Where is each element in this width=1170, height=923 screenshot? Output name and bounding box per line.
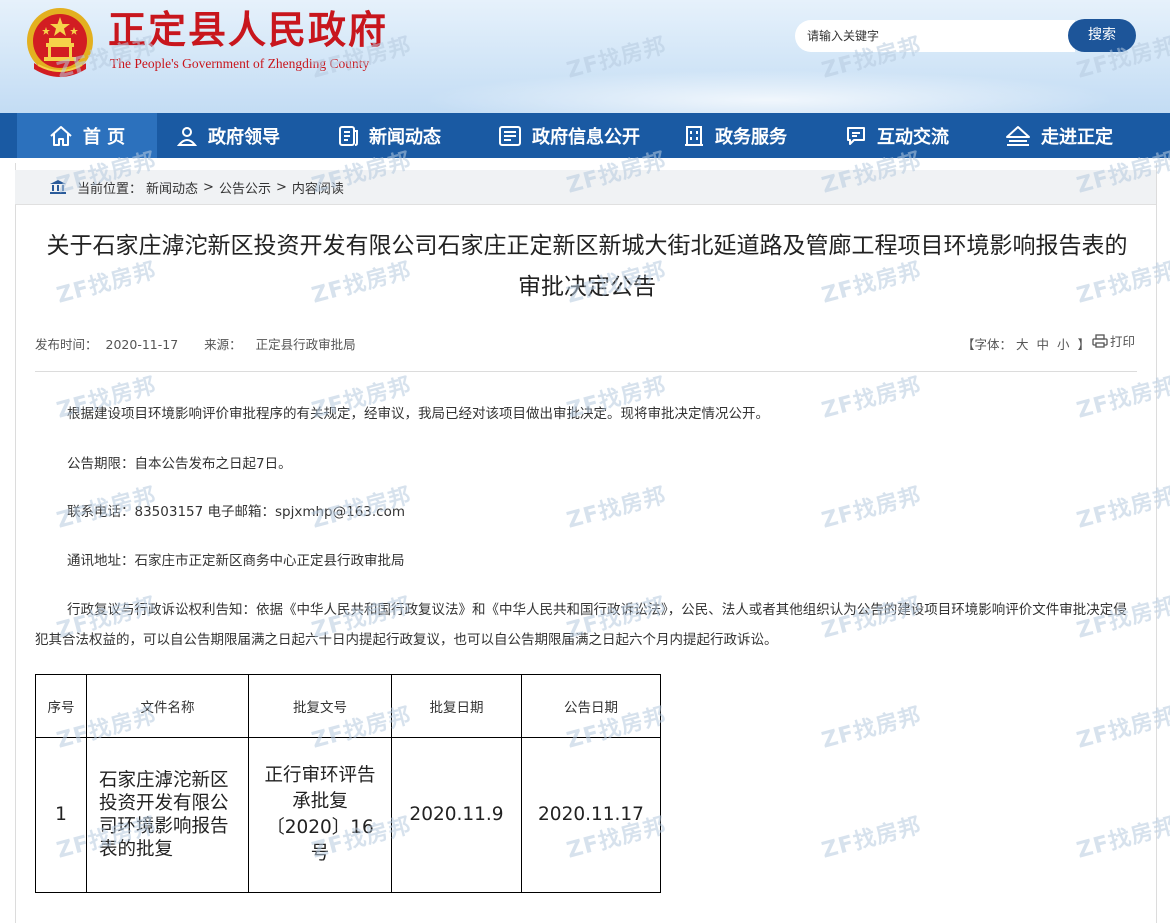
printer-icon [1092, 333, 1108, 348]
search-button[interactable]: 搜索 [1068, 19, 1136, 52]
article-paragraph: 公告期限：自本公告发布之日起7日。 [67, 456, 292, 472]
article-paragraph: 行政复议与行政诉讼权利告知：依据《中华人民共和国行政复议法》和《中华人民共和国行… [35, 602, 1127, 648]
font-medium-button[interactable]: 中 [1037, 337, 1050, 352]
publish-label: 发布时间： [35, 337, 98, 352]
nav-about-zhengding[interactable]: 走进正定 [1005, 113, 1113, 158]
leader-icon [176, 126, 198, 146]
government-building-icon [50, 180, 66, 194]
home-icon [50, 125, 72, 146]
nav-label: 政府领导 [208, 126, 280, 148]
table-header-cell: 序号 [35, 674, 87, 738]
nav-label: 首 页 [82, 126, 126, 148]
table-header-row: 序号 文件名称 批复文号 批复日期 公告日期 [35, 674, 661, 738]
site-title[interactable]: 正定县人民政府 [108, 6, 388, 54]
source-label: 来源： [204, 337, 242, 352]
breadcrumb-news[interactable]: 新闻动态 [146, 178, 198, 197]
main-nav: 首 页 政府领导 新闻动态 政府信息公开 政务服务 互动交流 走进正定 [0, 113, 1170, 158]
nav-news[interactable]: 新闻动态 [337, 113, 441, 158]
announcement-date: 2020.11.17 [521, 737, 661, 893]
nav-services[interactable]: 政务服务 [683, 113, 787, 158]
landmark-icon [1006, 125, 1030, 146]
article-paragraph: 根据建设项目环境影响评价审批程序的有关规定，经审议，我局已经对该项目做出审批决定… [67, 406, 769, 422]
nav-label: 互动交流 [877, 126, 949, 148]
documents-table: 序号 文件名称 批复文号 批复日期 公告日期 1 石家庄滹沱新区投资开发有限公司… [35, 674, 661, 893]
font-large-button[interactable]: 大 [1016, 337, 1029, 352]
building-icon [685, 125, 703, 146]
breadcrumb-current: 内容阅读 [291, 181, 344, 197]
row-number: 1 [35, 737, 87, 893]
breadcrumb-announcements[interactable]: 公告公示 [219, 178, 271, 197]
font-small-button[interactable]: 小 [1057, 337, 1070, 352]
table-header-cell: 文件名称 [86, 674, 249, 738]
nav-label: 新闻动态 [369, 126, 441, 148]
breadcrumb-separator: > [275, 179, 287, 195]
approval-number: 正行审环评告承批复〔2020〕16号 [248, 737, 392, 893]
breadcrumb: 当前位置： 新闻动态 > 公告公示 > 内容阅读 [15, 170, 1156, 205]
font-label-close: 】 [1077, 337, 1091, 352]
divider [35, 371, 1137, 372]
news-icon [339, 125, 358, 146]
nav-label: 政务服务 [715, 126, 787, 148]
nav-interaction[interactable]: 互动交流 [845, 113, 949, 158]
breadcrumb-prefix: 当前位置： [77, 181, 143, 197]
chat-icon [847, 126, 865, 145]
table-header-cell: 批复文号 [248, 674, 392, 738]
publish-date: 2020-11-17 [105, 337, 179, 352]
site-title-english[interactable]: The People's Government of Zhengding Cou… [110, 56, 369, 72]
nav-government-leaders[interactable]: 政府领导 [176, 113, 280, 158]
font-size-switcher: 【字体： 大 中 小 】 [962, 334, 1090, 353]
font-label-open: 【字体： [962, 337, 1013, 352]
print-label: 打印 [1110, 334, 1136, 349]
search-input[interactable] [805, 20, 1049, 52]
nav-label: 政府信息公开 [532, 126, 640, 148]
nav-label: 走进正定 [1041, 126, 1113, 148]
print-button[interactable]: 打印 [1092, 331, 1135, 350]
article-meta: 发布时间： 2020-11-17 来源： 正定县行政审批局 [35, 334, 372, 353]
table-header-cell: 批复日期 [391, 674, 522, 738]
approval-date: 2020.11.9 [391, 737, 522, 893]
table-header-cell: 公告日期 [521, 674, 661, 738]
nav-info-disclosure[interactable]: 政府信息公开 [498, 113, 640, 158]
document-name: 石家庄滹沱新区投资开发有限公司环境影响报告表的批复 [86, 737, 249, 893]
nav-home[interactable]: 首 页 [17, 113, 157, 158]
search-box [795, 20, 1075, 52]
info-icon [499, 125, 521, 146]
source: 正定县行政审批局 [255, 337, 356, 352]
site-header: 正定县人民政府 The People's Government of Zheng… [0, 0, 1170, 113]
breadcrumb-separator: > [203, 179, 214, 195]
article-paragraph: 通讯地址：石家庄市正定新区商务中心正定县行政审批局 [67, 553, 405, 569]
article-paragraph: 联系电话：83503157 电子邮箱：spjxmhp@163.com [67, 504, 406, 520]
article-title: 关于石家庄滹沱新区投资开发有限公司石家庄正定新区新城大街北延道路及管廊工程项目环… [46, 233, 1128, 300]
national-emblem-icon[interactable] [24, 5, 96, 79]
table-row: 1 石家庄滹沱新区投资开发有限公司环境影响报告表的批复 正行审环评告承批复〔20… [35, 737, 661, 893]
